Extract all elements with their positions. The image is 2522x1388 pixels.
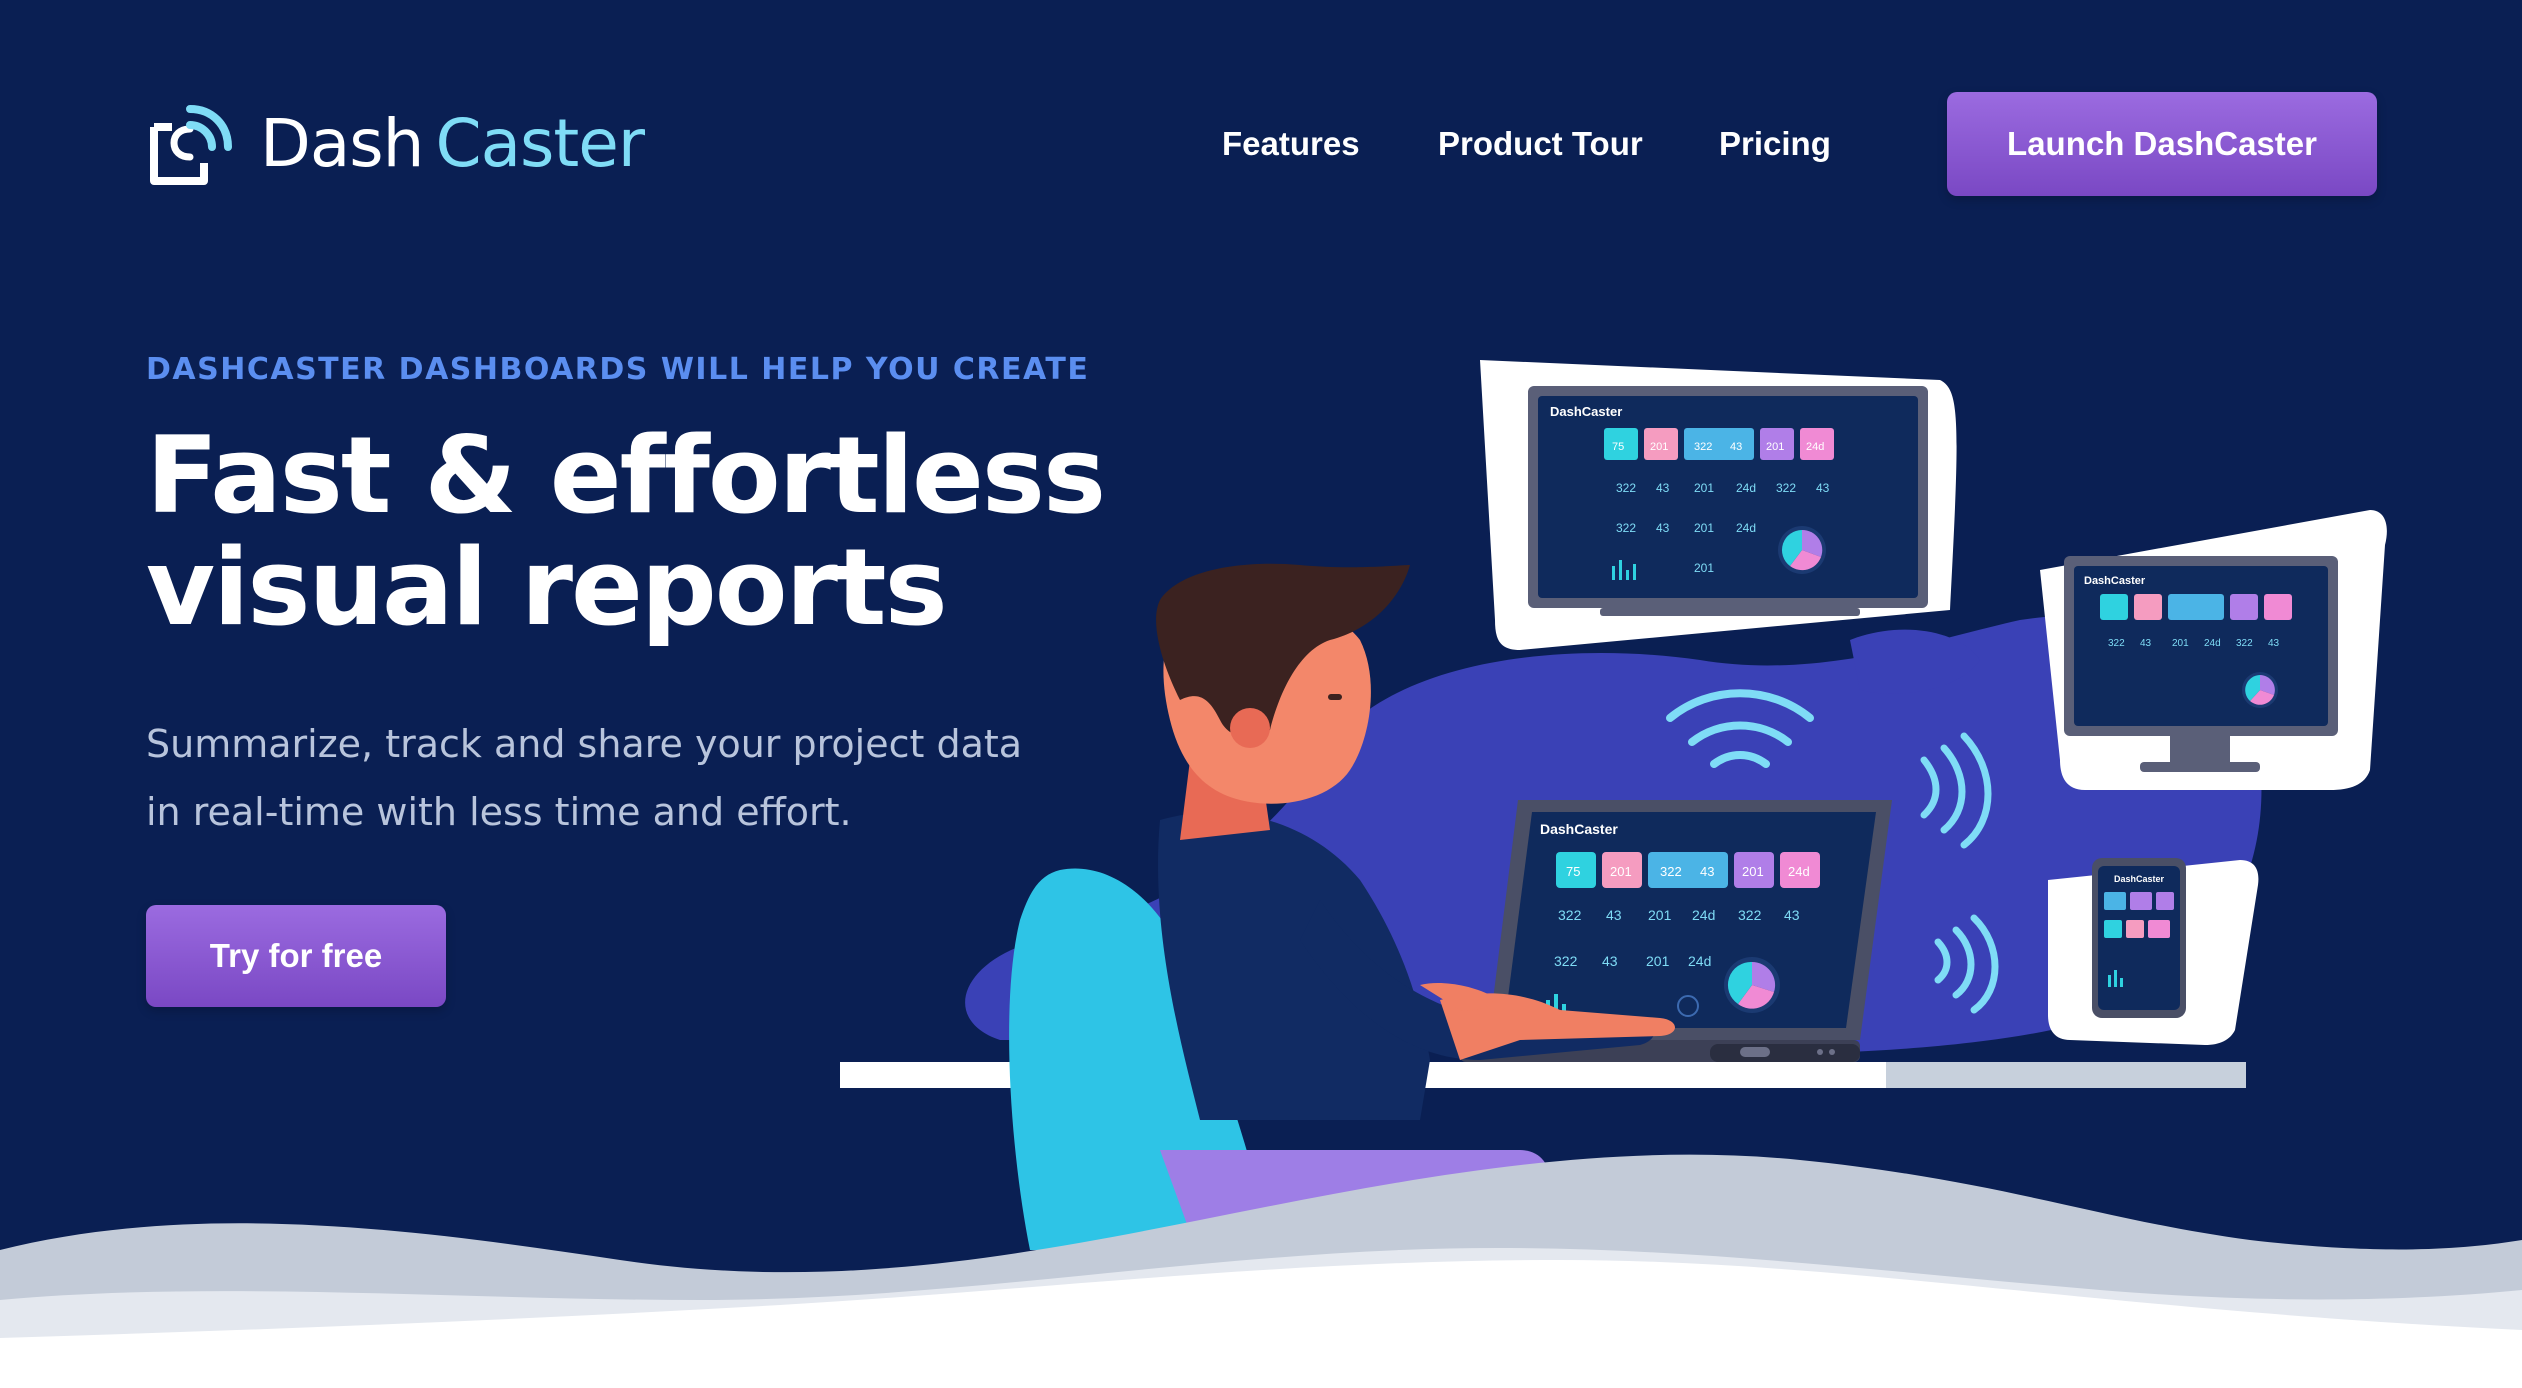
brand-name-part1: Dash (260, 105, 424, 182)
hero-headline-line2: visual reports (146, 526, 948, 649)
nav-pricing[interactable]: Pricing (1719, 122, 1831, 166)
hero-subtitle-line2: in real-time with less time and effort. (146, 790, 852, 834)
hero-headline-line1: Fast & effortless (146, 414, 1106, 537)
try-for-free-button[interactable]: Try for free (146, 905, 446, 1007)
hero-eyebrow: DASHCASTER DASHBOARDS WILL HELP YOU CREA… (146, 352, 1090, 387)
brand-name: Dash Caster (260, 111, 645, 177)
nav-features[interactable]: Features (1222, 122, 1360, 166)
landing-page: DashCaster 75 201 322 43 201 24d 322 43 … (0, 0, 2522, 1388)
brand-logo[interactable]: Dash Caster (146, 98, 645, 190)
launch-dashcaster-button[interactable]: Launch DashCaster (1947, 92, 2377, 196)
nav-product-tour[interactable]: Product Tour (1438, 122, 1643, 166)
hero-subtitle-line1: Summarize, track and share your project … (146, 722, 1023, 766)
hero-subtitle: Summarize, track and share your project … (146, 710, 1022, 846)
hero-headline: Fast & effortless visual reports (146, 414, 1106, 649)
bottom-waves (0, 1154, 2522, 1388)
cast-icon (150, 105, 232, 185)
brand-name-part2: Caster (435, 105, 645, 182)
